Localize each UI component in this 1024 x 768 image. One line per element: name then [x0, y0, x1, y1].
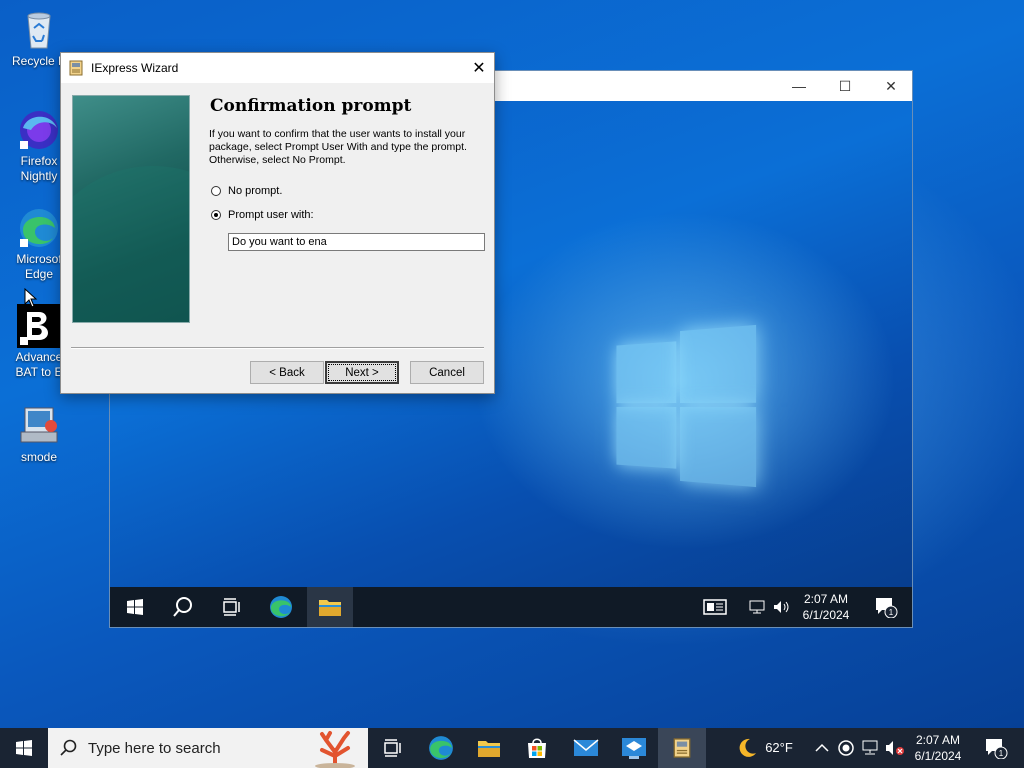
weather-moon-icon[interactable] — [730, 728, 764, 768]
dialog-titlebar: IExpress Wizard ✕ — [61, 53, 494, 83]
recycle-bin-icon — [17, 8, 61, 52]
file-explorer-taskbar-button[interactable] — [465, 728, 513, 768]
vm-edge-taskbar-button[interactable] — [258, 587, 304, 627]
radio-label: No prompt. — [228, 185, 283, 197]
dialog-close-button[interactable]: ✕ — [464, 53, 494, 83]
edge-icon — [17, 206, 61, 250]
divider — [71, 347, 484, 349]
vm-file-explorer-button[interactable] — [307, 587, 353, 627]
notification-icon: 1 — [986, 739, 1008, 759]
cancel-button[interactable]: Cancel — [410, 361, 484, 384]
taskbar: Type here to search 62°F 2:07 AM 6/1/202… — [0, 728, 1024, 768]
windows-start-icon — [16, 740, 32, 756]
task-view-icon — [384, 739, 401, 757]
vm-clock-date[interactable]: 6/1/2024 — [800, 607, 852, 623]
back-button[interactable]: < Back — [250, 361, 324, 384]
vm-volume-icon[interactable] — [770, 587, 794, 627]
vm-start-button[interactable] — [112, 587, 158, 627]
mail-icon — [573, 739, 599, 756]
network-icon[interactable] — [858, 728, 882, 768]
vm-task-view-button[interactable] — [208, 587, 254, 627]
desktop-icon-smode[interactable]: smode — [6, 404, 72, 465]
vm-network-icon[interactable] — [746, 587, 768, 627]
firefox-nightly-icon — [17, 108, 61, 152]
show-hidden-icons-chevron-up-icon[interactable] — [810, 728, 834, 768]
vm-clock-time[interactable]: 2:07 AM — [800, 591, 852, 607]
remote-desktop-taskbar-button[interactable] — [610, 728, 658, 768]
vm-taskbar: 2:07 AM 6/1/2024 1 — [110, 587, 912, 627]
edge-icon — [429, 736, 453, 760]
mouse-cursor-icon — [24, 288, 38, 308]
task-view-button[interactable] — [368, 728, 416, 768]
task-view-icon — [223, 598, 240, 616]
radio-prompt-user-with[interactable]: Prompt user with: — [211, 209, 314, 221]
volume-muted-icon[interactable] — [882, 728, 908, 768]
folder-icon — [478, 741, 500, 757]
windows-start-icon — [127, 599, 143, 615]
radio-no-prompt[interactable]: No prompt. — [211, 185, 282, 197]
weather-temperature[interactable]: 62°F — [762, 740, 796, 756]
news-icon — [703, 599, 727, 615]
smode-icon — [17, 404, 61, 448]
search-placeholder: Type here to search — [88, 739, 221, 757]
taskbar-search-box[interactable]: Type here to search — [48, 728, 368, 768]
prompt-text-input[interactable] — [228, 233, 485, 251]
radio-button-selected-icon[interactable] — [211, 210, 221, 220]
folder-icon — [319, 600, 341, 616]
remote-app-icon — [622, 738, 646, 759]
notification-center-button[interactable]: 1 — [976, 728, 1016, 768]
vm-search-button[interactable] — [160, 587, 206, 627]
vm-notification-center-button[interactable]: 1 — [866, 587, 906, 627]
search-icon — [173, 597, 192, 617]
vm-close-button[interactable]: ✕ — [868, 71, 912, 101]
wizard-banner-image — [72, 95, 190, 323]
search-highlight-coral-icon — [315, 731, 355, 768]
record-icon[interactable] — [834, 728, 858, 768]
iexpress-app-icon — [673, 738, 691, 758]
dialog-title: IExpress Wizard — [91, 61, 179, 75]
bat-to-exe-icon — [17, 304, 61, 348]
iexpress-wizard-dialog: IExpress Wizard ✕ Confirmation prompt If… — [60, 52, 495, 394]
svg-text:1: 1 — [889, 608, 894, 617]
edge-icon — [270, 596, 292, 618]
radio-button-icon[interactable] — [211, 186, 221, 196]
search-icon — [60, 739, 77, 756]
store-icon — [528, 738, 546, 758]
vm-news-button[interactable] — [692, 587, 738, 627]
edge-taskbar-button[interactable] — [417, 728, 465, 768]
store-taskbar-button[interactable] — [513, 728, 561, 768]
mail-taskbar-button[interactable] — [562, 728, 610, 768]
vm-minimize-button[interactable]: — — [776, 71, 822, 101]
clock-time[interactable]: 2:07 AM — [910, 732, 966, 748]
notification-icon: 1 — [876, 598, 898, 618]
vm-maximize-button[interactable]: ☐ — [822, 71, 868, 101]
svg-text:1: 1 — [999, 749, 1004, 758]
clock-date[interactable]: 6/1/2024 — [910, 748, 966, 764]
windows-logo-wallpaper — [616, 324, 757, 488]
radio-label: Prompt user with: — [228, 209, 314, 221]
desktop-icon-label: smode — [20, 450, 58, 464]
iexpress-app-icon — [69, 60, 83, 76]
page-title: Confirmation prompt — [210, 96, 412, 116]
next-button[interactable]: Next > — [325, 361, 399, 384]
start-button[interactable] — [0, 728, 48, 768]
page-description: If you want to confirm that the user wan… — [209, 128, 467, 166]
iexpress-taskbar-button[interactable] — [658, 728, 706, 768]
